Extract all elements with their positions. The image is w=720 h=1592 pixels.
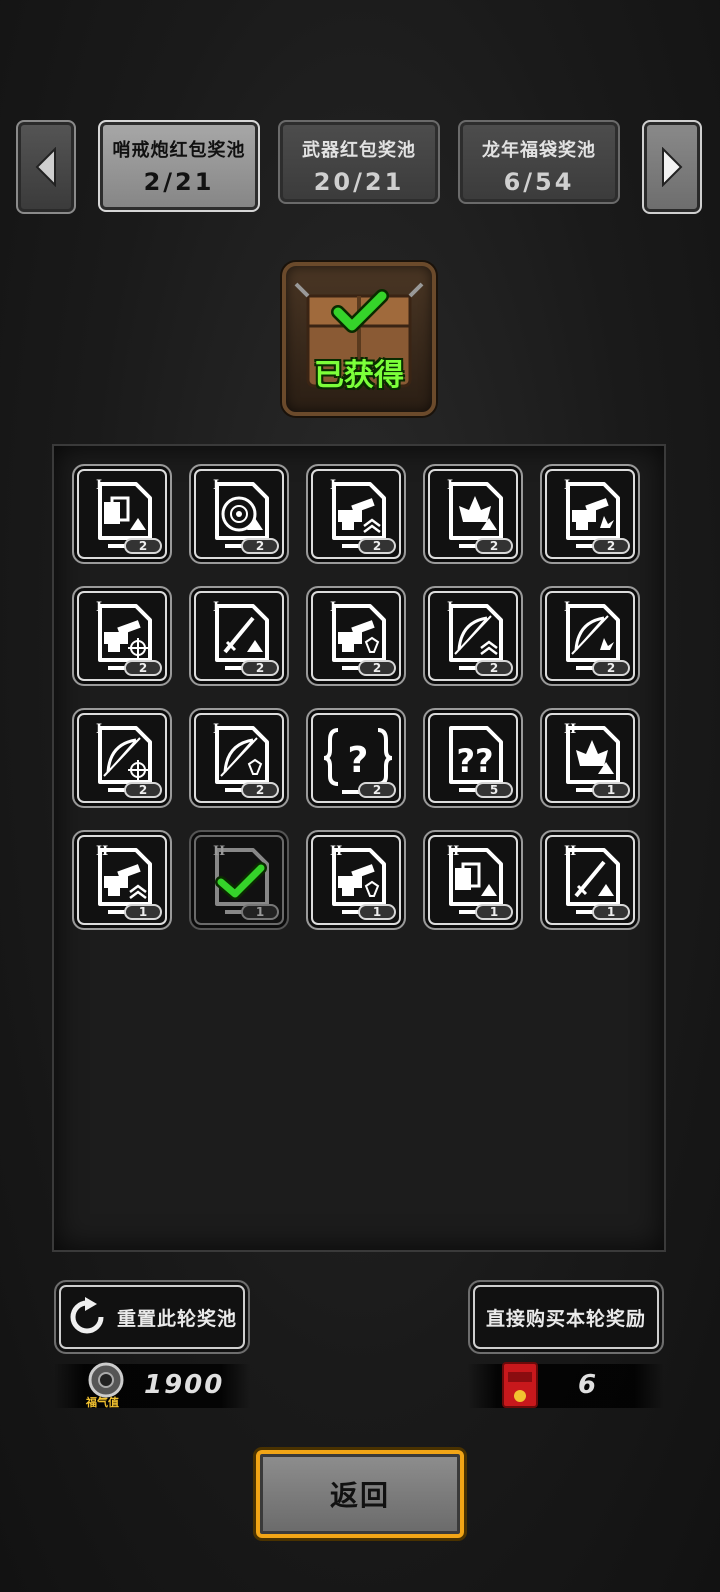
count-badge: 2	[358, 660, 396, 676]
count-badge: 2	[358, 782, 396, 798]
tab-weapon-pool[interactable]: 武器红包奖池 20/21	[278, 120, 440, 204]
count-badge: 2	[475, 538, 513, 554]
tier-label: I	[330, 478, 337, 493]
red-envelope-icon	[502, 1362, 538, 1408]
tier-label: I	[564, 478, 571, 493]
tier-label: I	[213, 722, 220, 737]
reward-card[interactable]: I2	[72, 708, 172, 808]
reward-card[interactable]: I2	[189, 708, 289, 808]
reward-card[interactable]: I2	[306, 464, 406, 564]
count-badge: 1	[592, 904, 630, 920]
tier-label: II	[96, 844, 109, 859]
tab-dragon-year-pool[interactable]: 龙年福袋奖池 6/54	[458, 120, 620, 204]
chevron-left-icon	[35, 147, 56, 187]
reward-card[interactable]: I2	[189, 586, 289, 686]
tab-name: 武器红包奖池	[302, 140, 416, 161]
count-badge: 1	[475, 904, 513, 920]
reset-pool-button[interactable]: 重置此轮奖池	[54, 1280, 250, 1354]
reward-card[interactable]: II 1	[306, 830, 406, 930]
reward-card[interactable]: II 1	[423, 830, 523, 930]
reward-card[interactable]: ? 2	[306, 708, 406, 808]
svg-text:??: ??	[456, 742, 493, 780]
tier-label: I	[564, 600, 571, 615]
reward-card[interactable]: I2	[306, 586, 406, 686]
tier-label: I	[96, 722, 103, 737]
reward-card[interactable]: I2	[540, 586, 640, 686]
buy-round-rewards-label: 直接购买本轮奖励	[485, 1307, 646, 1330]
tab-name: 哨戒炮红包奖池	[112, 140, 246, 161]
count-badge: 2	[358, 538, 396, 554]
count-badge: 2	[124, 660, 162, 676]
fortune-label: 福气值	[86, 1396, 119, 1409]
fortune-strip: 福气值 1900	[54, 1362, 250, 1409]
count-badge: 2	[241, 782, 279, 798]
chevron-right-icon	[662, 147, 683, 187]
count-badge: 1	[124, 904, 162, 920]
redpack-value: 6	[578, 1370, 599, 1400]
reward-card[interactable]: I2	[423, 586, 523, 686]
refresh-icon	[70, 1297, 104, 1334]
reward-card[interactable]: II 1	[540, 708, 640, 808]
tier-label: II	[564, 722, 577, 737]
tab-count: 20/21	[313, 168, 405, 196]
tier-label: II	[447, 844, 460, 859]
reward-card[interactable]: ?? 5	[423, 708, 523, 808]
svg-text:?: ?	[348, 740, 369, 781]
count-badge: 2	[592, 538, 630, 554]
count-badge: 5	[475, 782, 513, 798]
tier-label: II	[564, 844, 577, 859]
tab-name: 龙年福袋奖池	[482, 140, 596, 161]
tier-label: I	[96, 478, 103, 493]
reward-card[interactable]: II 1	[72, 830, 172, 930]
reward-card[interactable]: II 1	[540, 830, 640, 930]
fortune-value: 1900	[144, 1370, 225, 1400]
reward-grid-panel: I 2 I 2 I 2 I 2 I 2 I 2 I 2 I 2 I 2 I 2 I 2 I 2? 2?? 5 II 1 II 1 II 1 II…	[52, 444, 666, 1252]
redpack-strip: 6	[468, 1362, 664, 1408]
count-badge: 2	[592, 660, 630, 676]
count-badge: 2	[475, 660, 513, 676]
tab-count: 6/54	[503, 168, 575, 196]
obtained-label: 已获得	[314, 358, 404, 393]
buy-round-rewards-button[interactable]: 直接购买本轮奖励	[468, 1280, 664, 1354]
reward-card[interactable]: I2	[72, 464, 172, 564]
back-button[interactable]: 返回	[256, 1450, 464, 1538]
count-badge: 1	[592, 782, 630, 798]
tier-label: I	[447, 600, 454, 615]
reward-card[interactable]: I2	[540, 464, 640, 564]
tab-count: 2/21	[143, 168, 215, 196]
tier-label: I	[96, 600, 103, 615]
tier-label: II	[330, 844, 343, 859]
reward-card[interactable]: II 1	[189, 830, 289, 930]
tier-label: I	[213, 600, 220, 615]
reward-card[interactable]: I2	[423, 464, 523, 564]
back-label: 返回	[329, 1479, 390, 1512]
reward-card[interactable]: I2	[72, 586, 172, 686]
tab-sentry-gun-pool[interactable]: 哨戒炮红包奖池 2/21	[98, 120, 260, 212]
next-arrow-button[interactable]	[642, 120, 702, 214]
count-badge: 2	[241, 660, 279, 676]
reward-chest: 已获得	[282, 262, 436, 416]
prev-arrow-button[interactable]	[16, 120, 76, 214]
count-badge: 2	[124, 538, 162, 554]
count-badge: 1	[358, 904, 396, 920]
count-badge: 2	[124, 782, 162, 798]
count-badge: 2	[241, 538, 279, 554]
tier-label: I	[213, 478, 220, 493]
reset-pool-label: 重置此轮奖池	[116, 1307, 237, 1330]
reward-card[interactable]: I2	[189, 464, 289, 564]
tier-label: II	[213, 844, 226, 859]
tier-label: I	[447, 478, 454, 493]
tier-label: I	[330, 600, 337, 615]
count-badge: 1	[241, 904, 279, 920]
